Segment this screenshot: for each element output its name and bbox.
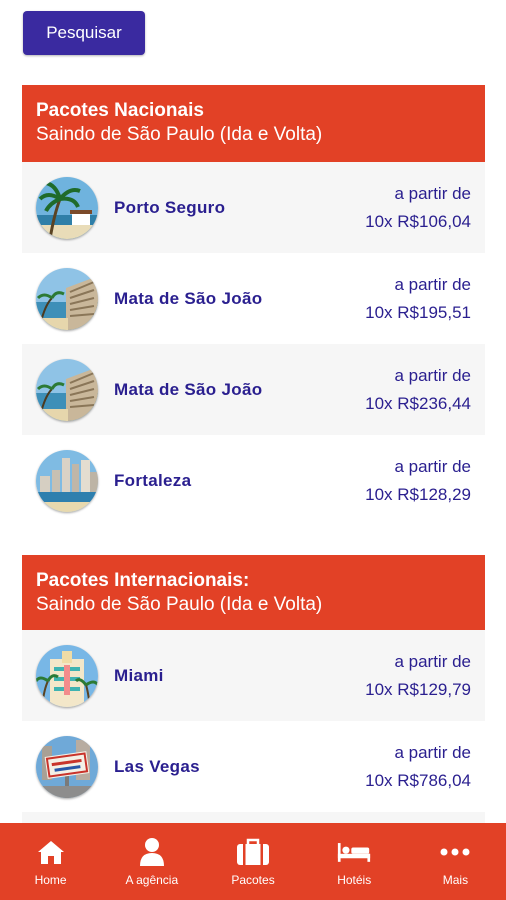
price-value: 10x R$195,51 xyxy=(365,302,471,322)
package-row-porto-seguro[interactable]: Porto Seguro a partir de 10x R$106,04 xyxy=(22,162,485,253)
tab-label: Hotéis xyxy=(337,873,372,887)
destination-photo xyxy=(36,358,98,421)
package-row-mata-de-sao-joao-1[interactable]: Mata de São João a partir de 10x R$195,5… xyxy=(22,253,485,344)
national-section-header: Pacotes Nacionais Saindo de São Paulo (I… xyxy=(22,85,485,162)
price-from-label: a partir de xyxy=(394,742,471,762)
destination-photo xyxy=(36,267,98,330)
price-value: 10x R$128,29 xyxy=(365,484,471,504)
international-section-header: Pacotes Internacionais: Saindo de São Pa… xyxy=(22,555,485,630)
tab-label: Home xyxy=(34,873,67,887)
destination-photo xyxy=(36,176,98,239)
destination-name: Mata de São João xyxy=(114,288,263,308)
destination-name: Fortaleza xyxy=(114,470,192,490)
price-value: 10x R$786,04 xyxy=(365,770,471,790)
tab-home[interactable]: Home xyxy=(0,823,101,900)
price-info: a partir de 10x R$195,51 xyxy=(365,271,471,327)
destination-name: Miami xyxy=(114,665,164,685)
destination-name: Mata de São João xyxy=(114,379,263,399)
price-from-label: a partir de xyxy=(394,274,471,294)
price-from-label: a partir de xyxy=(394,651,471,671)
national-packages-section: Pacotes Nacionais Saindo de São Paulo (I… xyxy=(22,85,485,526)
international-section-title: Pacotes Internacionais: xyxy=(36,570,250,591)
destination-photo xyxy=(36,644,98,707)
price-info: a partir de 10x R$786,04 xyxy=(365,739,471,795)
destination-name: Porto Seguro xyxy=(114,197,226,217)
package-row-mata-de-sao-joao-2[interactable]: Mata de São João a partir de 10x R$236,4… xyxy=(22,344,485,435)
price-info: a partir de 10x R$236,44 xyxy=(365,362,471,418)
price-info: a partir de 10x R$106,04 xyxy=(365,180,471,236)
bottom-tab-bar: Home A agência Pacotes Hotéis Mais xyxy=(0,823,506,900)
suitcase-icon xyxy=(236,837,270,867)
tab-label: Pacotes xyxy=(231,873,275,887)
price-value: 10x R$129,79 xyxy=(365,679,471,699)
tab-label: A agência xyxy=(125,873,179,887)
search-button[interactable]: Pesquisar xyxy=(23,11,145,55)
tab-label: Mais xyxy=(442,873,469,887)
tab-pacotes[interactable]: Pacotes xyxy=(202,823,303,900)
price-from-label: a partir de xyxy=(394,456,471,476)
destination-photo xyxy=(36,449,98,512)
package-row-miami[interactable]: Miami a partir de 10x R$129,79 xyxy=(22,630,485,721)
price-value: 10x R$236,44 xyxy=(365,393,471,413)
tab-agencia[interactable]: A agência xyxy=(101,823,202,900)
international-packages-section: Pacotes Internacionais: Saindo de São Pa… xyxy=(22,555,485,828)
destination-name: Las Vegas xyxy=(114,756,200,776)
bed-icon xyxy=(337,837,371,867)
package-row-las-vegas[interactable]: Las Vegas a partir de 10x R$786,04 xyxy=(22,721,485,812)
price-from-label: a partir de xyxy=(394,183,471,203)
international-section-subtitle: Saindo de São Paulo (Ida e Volta) xyxy=(36,594,323,615)
price-info: a partir de 10x R$128,29 xyxy=(365,453,471,509)
destination-photo xyxy=(36,735,98,798)
price-from-label: a partir de xyxy=(394,365,471,385)
national-section-subtitle: Saindo de São Paulo (Ida e Volta) xyxy=(36,124,323,145)
home-icon xyxy=(34,837,68,867)
tab-mais[interactable]: Mais xyxy=(405,823,506,900)
tab-hoteis[interactable]: Hotéis xyxy=(304,823,405,900)
national-section-title: Pacotes Nacionais xyxy=(36,100,204,121)
more-icon xyxy=(438,837,472,867)
price-value: 10x R$106,04 xyxy=(365,211,471,231)
package-row-fortaleza[interactable]: Fortaleza a partir de 10x R$128,29 xyxy=(22,435,485,526)
person-icon xyxy=(135,837,169,867)
price-info: a partir de 10x R$129,79 xyxy=(365,648,471,704)
